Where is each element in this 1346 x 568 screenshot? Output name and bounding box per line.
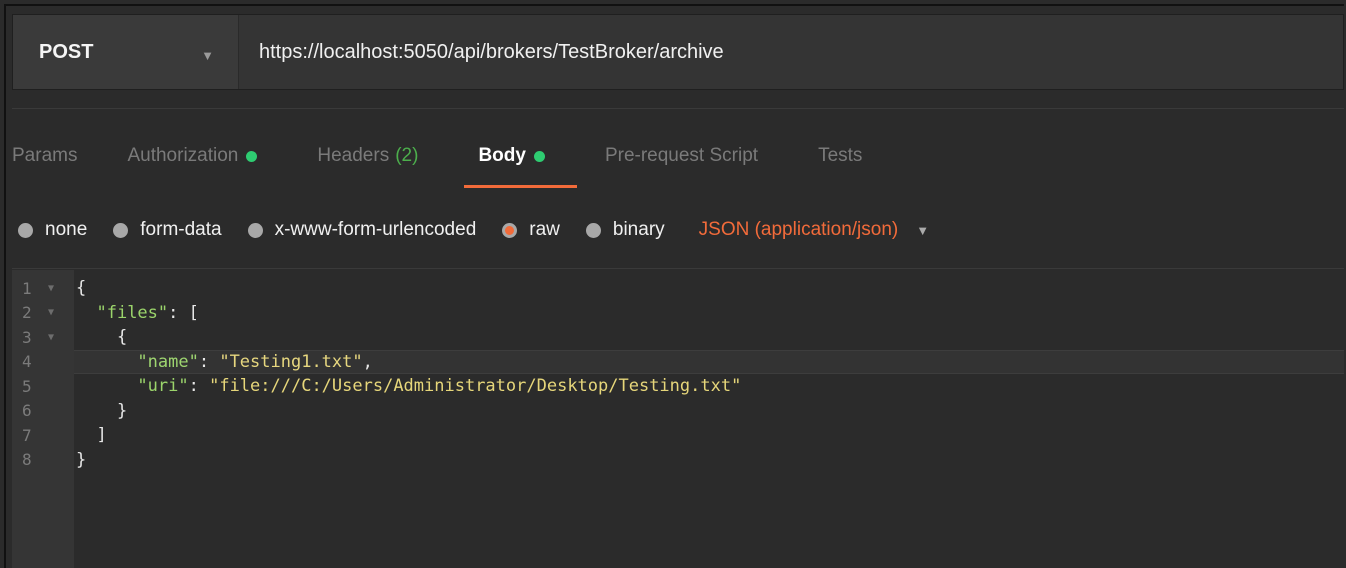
code-line: 7 ] (12, 423, 1344, 448)
code-text: ] (76, 425, 107, 446)
json-string: "file:///C:/Users/Administrator/Desktop/… (209, 376, 742, 397)
json-punct: , (362, 351, 373, 372)
tab-label: Pre-request Script (604, 145, 759, 166)
content-type-dropdown[interactable]: JSON (application/json) ▼ (699, 219, 929, 241)
option-label: none (45, 219, 88, 240)
radio-selected-icon[interactable] (502, 222, 518, 238)
json-key: "name" (137, 351, 199, 372)
line-number: 8 (22, 450, 32, 470)
line-number: 5 (22, 376, 32, 396)
chevron-down-icon: ▼ (201, 47, 214, 63)
option-label: x-www-form-urlencoded (274, 219, 477, 240)
body-option-form-data[interactable]: form-data (113, 219, 222, 241)
code-line: 6 } (12, 399, 1344, 424)
content-type-label: JSON (application/json) (698, 219, 899, 240)
tab-params[interactable]: Params (12, 128, 77, 188)
json-string: "Testing1.txt" (219, 351, 363, 372)
radio-icon[interactable] (247, 222, 263, 238)
request-tabs: Params Authorization Headers (2) Body Pr… (12, 128, 922, 188)
code-editor[interactable]: 1 ▼ { 2 ▼ "files": [ 3 ▼ { 4 "name": "Te… (12, 276, 1344, 472)
json-punct: : [ (168, 302, 199, 323)
line-number: 1 (22, 278, 32, 298)
option-label: raw (529, 219, 560, 240)
code-text: "uri": "file:///C:/Users/Administrator/D… (70, 376, 741, 396)
fold-arrow-icon[interactable]: ▼ (48, 307, 70, 318)
tab-authorization[interactable]: Authorization (127, 128, 258, 188)
line-number: 2 (22, 303, 32, 323)
line-number: 4 (22, 352, 32, 372)
code-line-current: 4 "name": "Testing1.txt", (12, 349, 1344, 375)
body-type-options: none form-data x-www-form-urlencoded raw… (18, 205, 929, 255)
code-text: "name": "Testing1.txt", (70, 351, 373, 372)
tab-headers[interactable]: Headers (2) (317, 128, 418, 188)
tab-label: Tests (818, 145, 863, 166)
json-key: "uri" (137, 376, 189, 397)
fold-arrow-icon[interactable]: ▼ (48, 283, 70, 294)
option-label: binary (612, 219, 665, 240)
json-key: "files" (96, 302, 169, 323)
method-select[interactable]: POST ▼ (13, 15, 239, 89)
code-line: 2 ▼ "files": [ (12, 301, 1344, 326)
code-line: 3 ▼ { (12, 325, 1344, 350)
body-option-raw[interactable]: raw (502, 219, 560, 241)
code-line: 1 ▼ { (12, 276, 1344, 301)
tab-tests[interactable]: Tests (818, 128, 862, 188)
tab-label: Headers (317, 145, 390, 166)
request-bar: POST ▼ https://localhost:5050/api/broker… (12, 14, 1344, 90)
method-label: POST (39, 40, 94, 63)
code-text: } (76, 449, 87, 470)
divider (12, 108, 1344, 109)
status-dot-icon (533, 151, 545, 162)
divider (12, 268, 1344, 269)
code-text: } (76, 400, 128, 421)
tab-label: Params (12, 145, 78, 166)
json-punct: : (198, 351, 220, 372)
option-label: form-data (140, 219, 222, 240)
code-text: { (76, 327, 128, 348)
line-number: 3 (22, 327, 32, 347)
status-dot-icon (246, 151, 258, 162)
fold-arrow-icon[interactable]: ▼ (48, 332, 70, 343)
tab-body[interactable]: Body (464, 128, 577, 188)
tab-label: Authorization (127, 145, 239, 166)
tab-pre-request-script[interactable]: Pre-request Script (605, 128, 758, 188)
body-option-binary[interactable]: binary (585, 219, 665, 241)
chevron-down-icon: ▼ (916, 222, 930, 238)
radio-icon[interactable] (18, 222, 33, 238)
url-input[interactable]: https://localhost:5050/api/brokers/TestB… (239, 15, 1343, 89)
active-tab-indicator (464, 185, 577, 188)
body-option-none[interactable]: none (18, 219, 87, 241)
radio-icon[interactable] (585, 222, 601, 238)
json-punct: : (188, 376, 210, 397)
line-number: 7 (22, 425, 32, 445)
tab-label: Body (478, 145, 526, 166)
line-number: 6 (22, 401, 32, 421)
code-line: 8 } (12, 448, 1344, 473)
headers-count-badge: (2) (395, 145, 419, 166)
radio-icon[interactable] (113, 222, 129, 238)
code-line: 5 "uri": "file:///C:/Users/Administrator… (12, 374, 1344, 399)
body-option-urlencoded[interactable]: x-www-form-urlencoded (247, 219, 477, 241)
code-text: { (76, 278, 87, 299)
code-text: "files": [ (70, 302, 199, 323)
